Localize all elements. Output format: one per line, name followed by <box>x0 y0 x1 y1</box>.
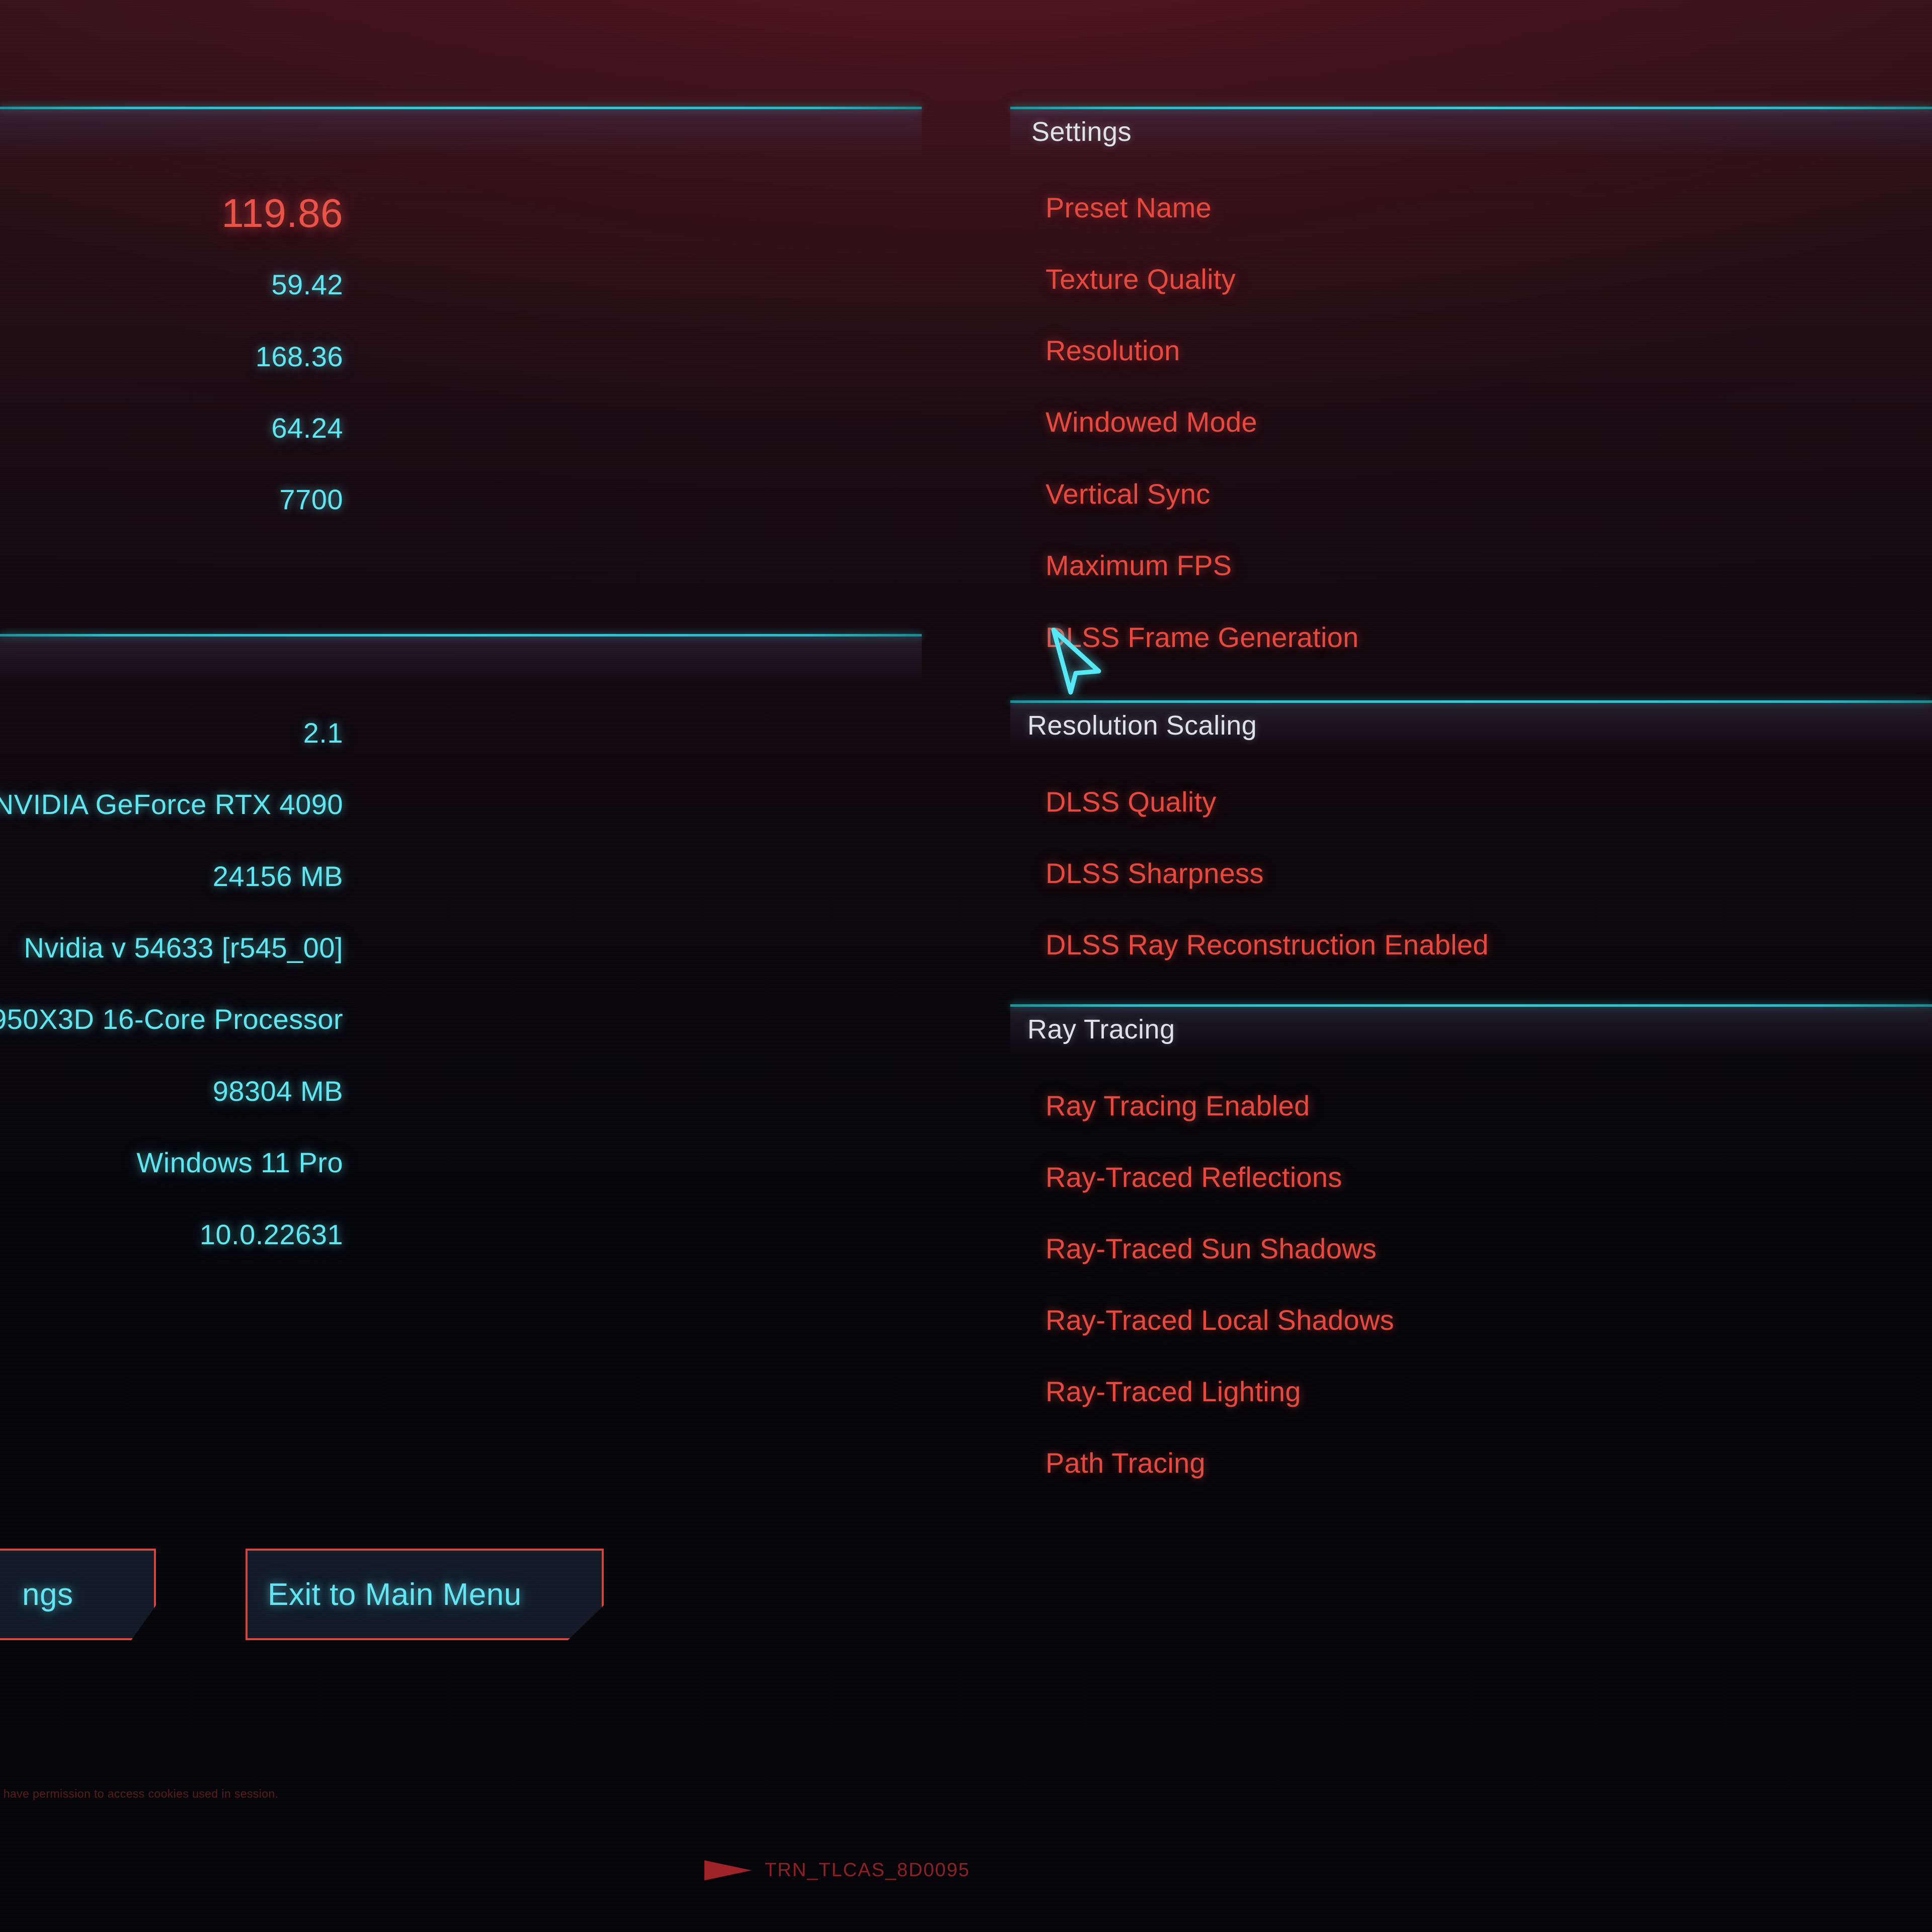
result-value-1: 59.42 <box>271 269 343 300</box>
play-triangle-icon <box>704 1860 752 1881</box>
system-info-value-5: 98304 MB <box>212 1075 343 1107</box>
setting-item-dlss-ray-reconstruction-enabled[interactable]: DLSS Ray Reconstruction Enabled <box>1045 928 1489 961</box>
setting-item-dlss-quality[interactable]: DLSS Quality <box>1045 785 1217 818</box>
setting-item-vertical-sync[interactable]: Vertical Sync <box>1045 477 1211 510</box>
result-value-2: 168.36 <box>255 341 343 372</box>
ray-tracing-section-title: Ray Tracing <box>1027 1014 1175 1044</box>
settings-section-title: Settings <box>1031 117 1132 147</box>
setting-item-ray-traced-lighting[interactable]: Ray-Traced Lighting <box>1045 1375 1301 1408</box>
build-watermark: TRN_TLCAS_8D0095 <box>704 1860 970 1881</box>
setting-item-texture-quality[interactable]: Texture Quality <box>1045 263 1236 295</box>
setting-item-windowed-mode[interactable]: Windowed Mode <box>1045 406 1257 438</box>
setting-item-maximum-fps[interactable]: Maximum FPS <box>1045 549 1232 582</box>
setting-item-dlss-sharpness[interactable]: DLSS Sharpness <box>1045 857 1264 890</box>
exit-to-main-menu-label: Exit to Main Menu <box>268 1577 522 1612</box>
cookie-permission-note: s have permission to access cookies used… <box>0 1787 279 1800</box>
build-watermark-code: TRN_TLCAS_8D0095 <box>765 1860 970 1881</box>
resolution-scaling-header-band: Resolution Scaling <box>1010 703 1932 750</box>
setting-item-ray-traced-local-shadows[interactable]: Ray-Traced Local Shadows <box>1045 1304 1394 1336</box>
settings-button-label: ngs <box>22 1577 73 1612</box>
setting-item-ray-tracing-enabled[interactable]: Ray Tracing Enabled <box>1045 1089 1310 1122</box>
ray-tracing-header-band: Ray Tracing <box>1010 1007 1932 1054</box>
setting-item-preset-name[interactable]: Preset Name <box>1045 191 1212 224</box>
setting-item-path-tracing[interactable]: Path Tracing <box>1045 1446 1205 1479</box>
exit-to-main-menu-button[interactable]: Exit to Main Menu <box>246 1549 604 1640</box>
left-results-header-band <box>0 109 922 156</box>
system-info-value-0: 2.1 <box>303 717 343 749</box>
setting-item-resolution[interactable]: Resolution <box>1045 334 1180 367</box>
system-info-value-4: AMD Ryzen 9 7950X3D 16-Core Processor <box>0 1003 343 1035</box>
result-value-0: 119.86 <box>221 191 343 235</box>
settings-button-partial[interactable]: ngs <box>0 1549 156 1640</box>
left-system-header-band <box>0 636 922 684</box>
settings-section-header-band: Settings <box>1010 109 1932 156</box>
system-info-value-7: 10.0.22631 <box>199 1219 343 1250</box>
result-value-3: 64.24 <box>271 412 343 444</box>
setting-item-ray-traced-reflections[interactable]: Ray-Traced Reflections <box>1045 1161 1342 1193</box>
game-settings-screen: 119.86 59.42 168.36 64.24 7700 2.1 NVIDI… <box>0 0 1932 1932</box>
system-info-value-1: NVIDIA GeForce RTX 4090 <box>0 788 343 820</box>
system-info-value-6: Windows 11 Pro <box>136 1147 343 1178</box>
system-info-value-3: Nvidia v 54633 [r545_00] <box>24 932 343 963</box>
result-value-4: 7700 <box>279 484 343 515</box>
setting-item-ray-traced-sun-shadows[interactable]: Ray-Traced Sun Shadows <box>1045 1232 1377 1265</box>
setting-item-dlss-frame-generation[interactable]: DLSS Frame Generation <box>1045 621 1359 654</box>
system-info-value-2: 24156 MB <box>212 860 343 892</box>
resolution-scaling-section-title: Resolution Scaling <box>1027 710 1257 741</box>
